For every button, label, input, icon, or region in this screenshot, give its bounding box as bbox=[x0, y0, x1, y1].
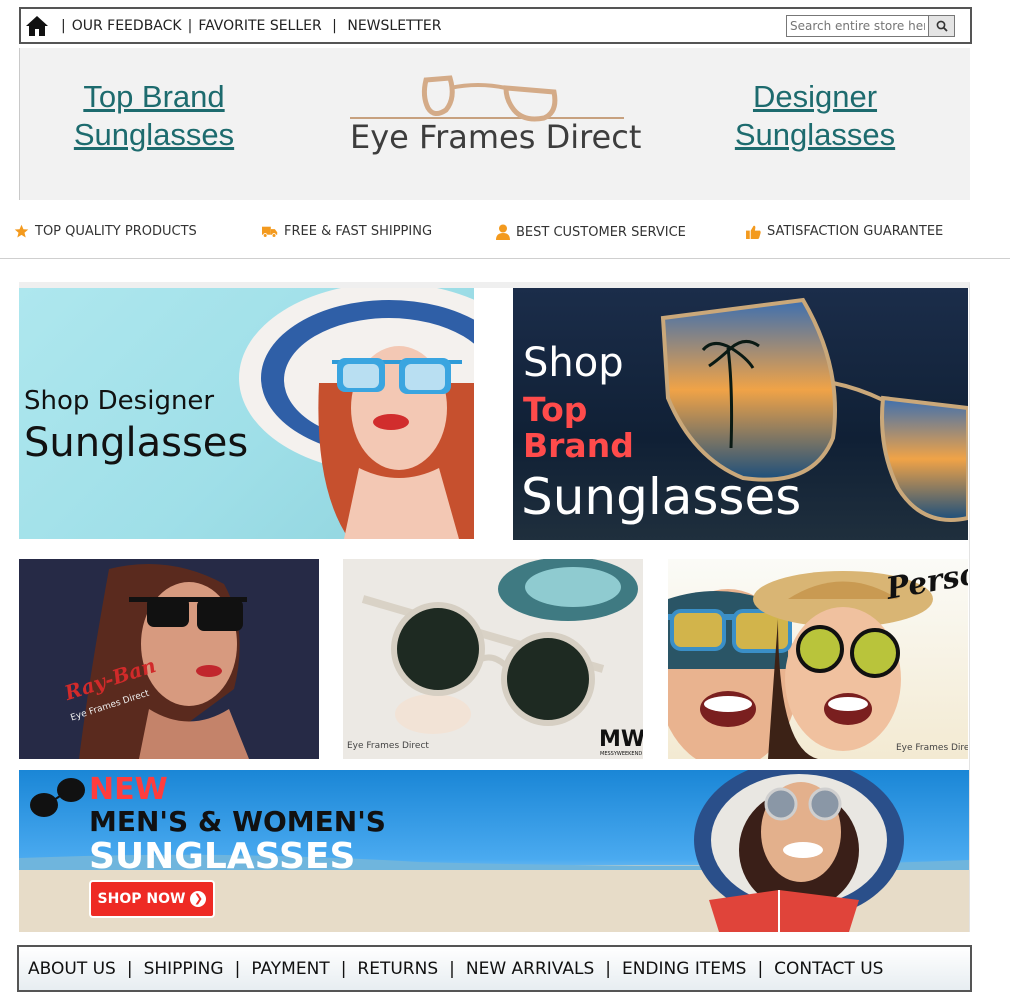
shop-top-brand-sunglasses-banner[interactable]: Shop Top Brand Sunglasses bbox=[513, 288, 968, 540]
favorite-seller-link[interactable]: FAVORITE SELLER bbox=[198, 18, 321, 34]
truck-icon bbox=[262, 226, 278, 238]
home-icon[interactable] bbox=[25, 15, 49, 37]
new-arrivals-link[interactable]: NEW ARRIVALS bbox=[466, 959, 594, 979]
returns-link[interactable]: RETURNS bbox=[357, 959, 438, 979]
banner-text-line: SUNGLASSES bbox=[89, 836, 356, 877]
separator: | bbox=[61, 17, 66, 34]
search-input[interactable] bbox=[786, 15, 929, 37]
about-us-link[interactable]: ABOUT US bbox=[28, 959, 116, 979]
separator: | bbox=[340, 958, 347, 979]
feature-item: TOP QUALITY PRODUCTS bbox=[14, 224, 197, 239]
new-sunglasses-banner[interactable]: NEW MEN'S & WOMEN'S SUNGLASSES SHOP NOW … bbox=[19, 770, 969, 932]
separator: | bbox=[234, 958, 241, 979]
messyweekend-tile[interactable]: Eye Frames Direct MW MESSYWEEKEND bbox=[343, 559, 643, 759]
our-feedback-link[interactable]: OUR FEEDBACK bbox=[72, 18, 182, 34]
separator: | bbox=[126, 958, 133, 979]
store-header-banner: Top Brand Sunglasses Eye Frames Direct D… bbox=[19, 48, 970, 200]
woman-sunglasses-image bbox=[79, 564, 249, 759]
payment-link[interactable]: PAYMENT bbox=[251, 959, 329, 979]
banner-text-line: Sunglasses bbox=[24, 420, 249, 466]
banner-text-line: Sunglasses bbox=[521, 468, 802, 526]
contact-us-link[interactable]: CONTACT US bbox=[774, 959, 883, 979]
round-sunglasses-image bbox=[361, 559, 638, 734]
link-line: Designer bbox=[752, 79, 878, 114]
user-icon bbox=[496, 224, 510, 240]
banner-text-line: MEN'S & WOMEN'S bbox=[89, 805, 386, 838]
star-icon bbox=[14, 224, 29, 238]
link-line: Sunglasses bbox=[73, 117, 235, 152]
banner-text-line: Top bbox=[523, 390, 588, 429]
ray-ban-tile[interactable]: Ray-Ban Eye Frames Direct bbox=[19, 559, 319, 759]
banner-text-line: Brand bbox=[523, 426, 634, 465]
feature-item: SATISFACTION GUARANTEE bbox=[746, 224, 943, 239]
banner-text-line: NEW bbox=[89, 772, 168, 807]
store-logo-text[interactable]: Eye Frames Direct bbox=[350, 118, 641, 156]
search-icon bbox=[936, 20, 948, 32]
shop-now-button[interactable]: SHOP NOW ❯ bbox=[89, 880, 215, 918]
feature-label: FREE & FAST SHIPPING bbox=[284, 224, 433, 239]
separator: | bbox=[187, 17, 193, 34]
feature-item: FREE & FAST SHIPPING bbox=[262, 224, 432, 239]
mw-brand-logo: MW bbox=[599, 727, 643, 752]
separator: | bbox=[327, 17, 342, 34]
top-brand-sunglasses-link[interactable]: Top Brand Sunglasses bbox=[60, 78, 248, 154]
search-button[interactable] bbox=[929, 15, 955, 37]
shop-designer-sunglasses-banner[interactable]: Shop Designer Sunglasses bbox=[19, 288, 474, 539]
designer-sunglasses-link[interactable]: Designer Sunglasses bbox=[720, 78, 910, 154]
separator: | bbox=[757, 958, 764, 979]
newsletter-link[interactable]: NEWSLETTER bbox=[347, 18, 441, 34]
features-bar: TOP QUALITY PRODUCTS FREE & FAST SHIPPIN… bbox=[0, 215, 1010, 255]
thumbs-up-icon bbox=[746, 225, 761, 239]
footer-navigation-bar: ABOUT US | SHIPPING | PAYMENT | RETURNS … bbox=[17, 945, 972, 992]
shop-now-label: SHOP NOW bbox=[97, 891, 186, 907]
link-line: Top Brand bbox=[83, 79, 225, 114]
feature-label: TOP QUALITY PRODUCTS bbox=[35, 224, 197, 239]
search-form bbox=[786, 15, 955, 37]
link-line: Sunglasses bbox=[734, 117, 896, 152]
separator: | bbox=[605, 958, 611, 979]
ending-items-link[interactable]: ENDING ITEMS bbox=[622, 959, 746, 979]
watermark-text: Eye Frames Direct bbox=[347, 741, 429, 751]
mw-brand-subtext: MESSYWEEKEND bbox=[600, 751, 643, 757]
shipping-link[interactable]: SHIPPING bbox=[144, 959, 224, 979]
feature-label: SATISFACTION GUARANTEE bbox=[767, 224, 944, 239]
persol-tile[interactable]: Persol Eye Frames Direct bbox=[668, 559, 968, 759]
divider bbox=[0, 258, 1010, 259]
feature-label: BEST CUSTOMER SERVICE bbox=[516, 224, 686, 240]
top-navigation-bar: | OUR FEEDBACK | FAVORITE SELLER | NEWSL… bbox=[19, 7, 972, 44]
chevron-right-icon: ❯ bbox=[190, 891, 207, 907]
watermark-text: Eye Frames Direct bbox=[896, 743, 968, 753]
feature-item: BEST CUSTOMER SERVICE bbox=[496, 224, 686, 240]
separator: | bbox=[449, 958, 455, 979]
banner-text-line: Shop bbox=[523, 340, 624, 386]
banner-text-line: Shop Designer bbox=[24, 386, 215, 416]
